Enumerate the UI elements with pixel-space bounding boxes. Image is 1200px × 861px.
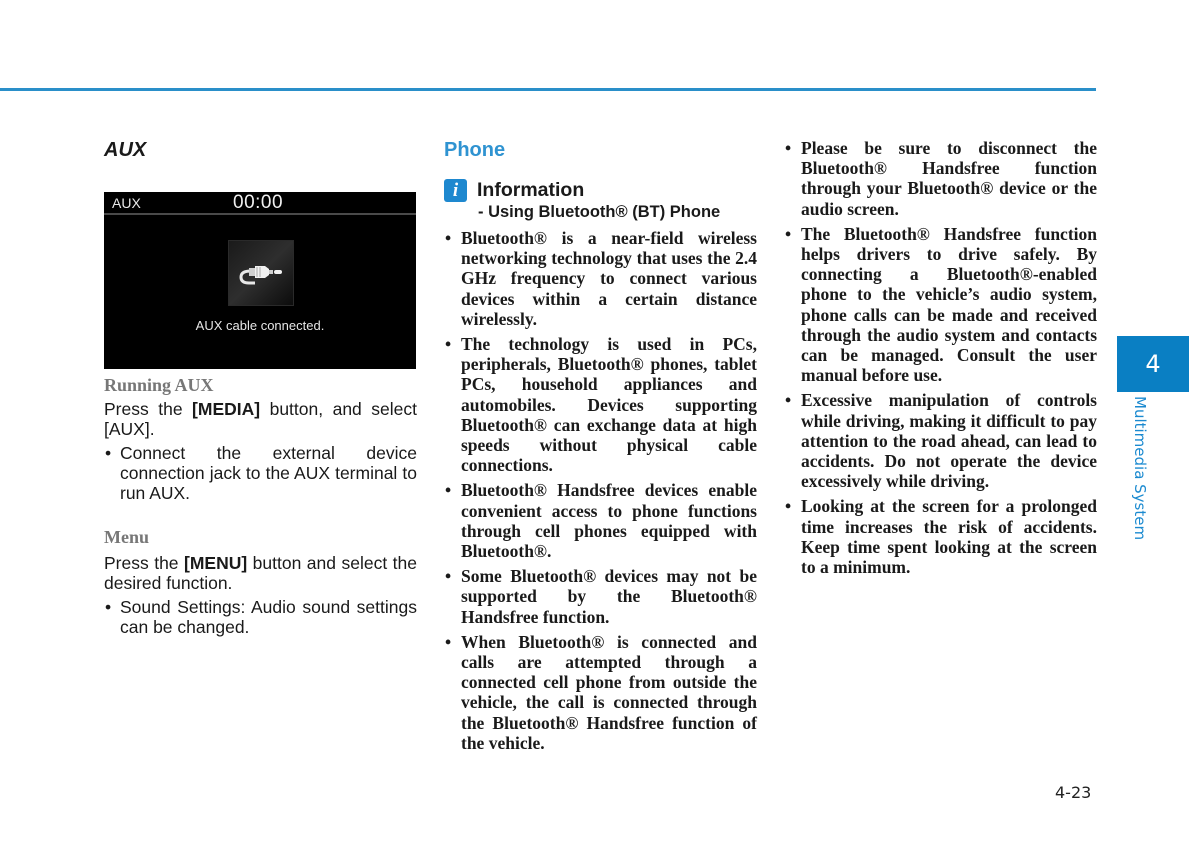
list-item: The Bluetooth® Handsfree function helps … xyxy=(784,224,1097,386)
info-icon: i xyxy=(444,179,467,202)
aux-column: AUX AUX 00:00 AUX cable connected. Runni… xyxy=(104,136,417,641)
list-item: Sound Settings: Audio sound settings can… xyxy=(104,597,417,637)
menu-title: Menu xyxy=(104,527,149,547)
chapter-tab[interactable]: 4 xyxy=(1117,336,1189,392)
list-item: Please be sure to disconnect the Bluetoo… xyxy=(784,138,1097,219)
phone-heading: Phone xyxy=(444,139,506,161)
menu-instruction: Press the [MENU] button and select the d… xyxy=(104,553,417,593)
screen-time: 00:00 xyxy=(233,192,284,213)
chapter-title: Multimedia System xyxy=(1129,396,1149,556)
list-item: Excessive manipulation of controls while… xyxy=(784,390,1097,491)
information-title: Information xyxy=(477,179,585,201)
list-item: When Bluetooth® is connected and calls a… xyxy=(444,632,757,753)
media-button-label: [MEDIA] xyxy=(192,399,261,419)
screen-source-label: AUX xyxy=(112,195,141,211)
menu-button-label: [MENU] xyxy=(184,553,248,573)
aux-heading: AUX xyxy=(104,139,147,161)
instruction-text: Press the xyxy=(104,553,185,573)
screen-message: AUX cable connected. xyxy=(195,318,325,333)
running-aux-bullets: Connect the external device connection j… xyxy=(104,443,417,503)
list-item: Bluetooth® Handsfree devices enable conv… xyxy=(444,480,757,561)
header-rule xyxy=(0,88,1096,91)
list-item: Some Bluetooth® devices may not be suppo… xyxy=(444,566,757,627)
instruction-text: Press the xyxy=(104,399,193,419)
list-item: Connect the external device connection j… xyxy=(104,443,417,503)
phone-bullets: Bluetooth® is a near-field wireless netw… xyxy=(444,228,757,753)
phone-column: Phone i Information - Using Bluetooth® (… xyxy=(444,136,757,758)
information-subtitle: - Using Bluetooth® (BT) Phone xyxy=(478,203,721,221)
aux-screen-image: AUX 00:00 AUX cable connected. xyxy=(104,192,416,369)
aux-cable-icon xyxy=(228,240,294,306)
page-number: 4-23 xyxy=(1055,783,1092,802)
running-aux-instruction: Press the [MEDIA] button, and select [AU… xyxy=(104,399,417,439)
right-column: Please be sure to disconnect the Bluetoo… xyxy=(784,136,1097,582)
list-item: Looking at the screen for a prolonged ti… xyxy=(784,496,1097,577)
list-item: Bluetooth® is a near-field wireless netw… xyxy=(444,228,757,329)
screen-status-bar: AUX 00:00 xyxy=(104,192,416,215)
menu-bullets: Sound Settings: Audio sound settings can… xyxy=(104,597,417,637)
right-bullets: Please be sure to disconnect the Bluetoo… xyxy=(784,138,1097,577)
chapter-title-text: Multimedia System xyxy=(1131,396,1149,541)
information-header: i Information xyxy=(444,179,757,202)
list-item: The technology is used in PCs, periphera… xyxy=(444,334,757,475)
running-aux-title: Running AUX xyxy=(104,375,214,395)
